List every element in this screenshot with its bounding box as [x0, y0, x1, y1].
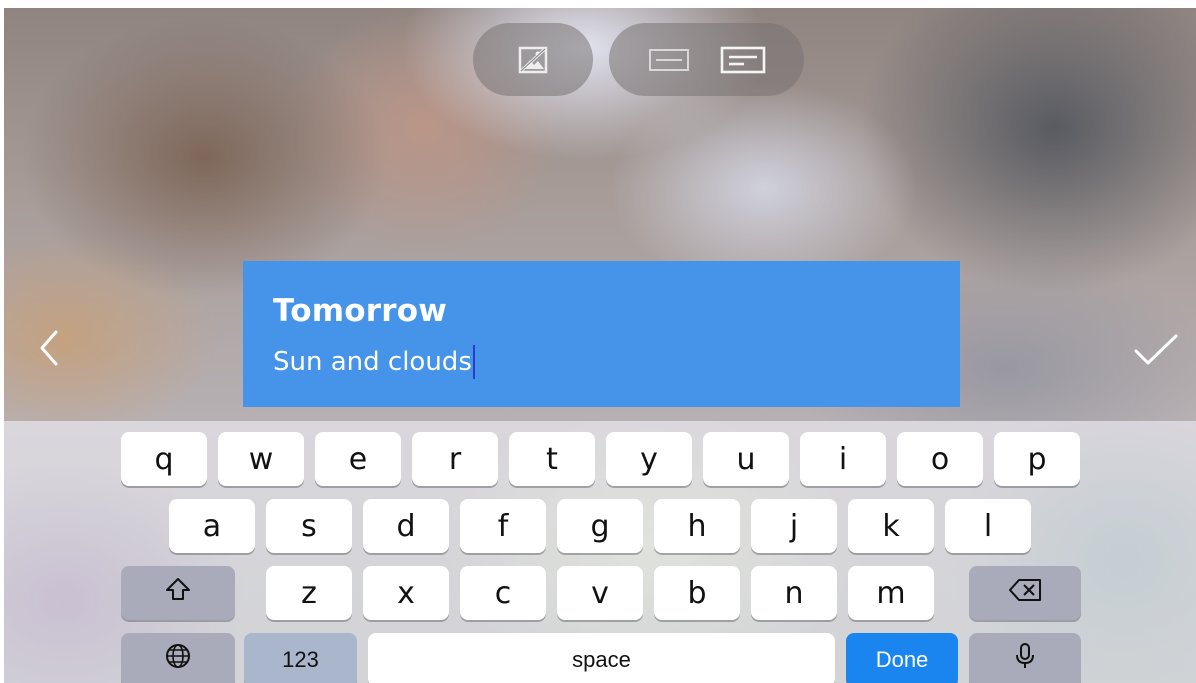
- title-only-layout-icon[interactable]: [648, 47, 690, 73]
- key-k[interactable]: k: [848, 499, 934, 553]
- key-p[interactable]: p: [994, 432, 1080, 486]
- layout-picker-pill: [609, 23, 804, 96]
- text-cursor: [472, 345, 475, 379]
- key-g[interactable]: g: [557, 499, 643, 553]
- no-photo-icon[interactable]: [517, 45, 549, 75]
- key-n[interactable]: n: [751, 566, 837, 620]
- key-c[interactable]: c: [460, 566, 546, 620]
- globe-key[interactable]: [121, 633, 235, 683]
- key-w[interactable]: w: [218, 432, 304, 486]
- key-z[interactable]: z: [266, 566, 352, 620]
- key-v[interactable]: v: [557, 566, 643, 620]
- key-u[interactable]: u: [703, 432, 789, 486]
- key-b[interactable]: b: [654, 566, 740, 620]
- checkmark-icon[interactable]: [1132, 332, 1180, 368]
- microphone-icon: [1013, 641, 1037, 679]
- key-m[interactable]: m: [848, 566, 934, 620]
- key-l[interactable]: l: [945, 499, 1031, 553]
- key-h[interactable]: h: [654, 499, 740, 553]
- card-subtitle: Sun and clouds: [273, 347, 472, 377]
- title-subtitle-layout-icon[interactable]: [720, 45, 766, 75]
- caption-card[interactable]: Tomorrow Sun and clouds: [243, 261, 960, 407]
- key-q[interactable]: q: [121, 432, 207, 486]
- numbers-key[interactable]: 123: [244, 633, 357, 683]
- key-s[interactable]: s: [266, 499, 352, 553]
- key-r[interactable]: r: [412, 432, 498, 486]
- space-key[interactable]: space: [368, 633, 835, 683]
- shift-icon: [164, 575, 192, 611]
- globe-icon: [164, 642, 192, 678]
- keyboard: q w e r t y u i o p a s d f g h j k l z …: [4, 421, 1196, 683]
- card-title[interactable]: Tomorrow: [273, 293, 447, 329]
- key-e[interactable]: e: [315, 432, 401, 486]
- done-key[interactable]: Done: [846, 633, 958, 683]
- key-f[interactable]: f: [460, 499, 546, 553]
- shift-key[interactable]: [121, 566, 235, 620]
- chevron-left-icon[interactable]: [34, 328, 66, 368]
- key-x[interactable]: x: [363, 566, 449, 620]
- key-a[interactable]: a: [169, 499, 255, 553]
- key-i[interactable]: i: [800, 432, 886, 486]
- key-t[interactable]: t: [509, 432, 595, 486]
- backspace-key[interactable]: [969, 566, 1081, 620]
- backspace-icon: [1007, 576, 1043, 611]
- screen: Tomorrow Sun and clouds q w e r t y u i …: [4, 8, 1196, 683]
- key-y[interactable]: y: [606, 432, 692, 486]
- microphone-key[interactable]: [969, 633, 1081, 683]
- key-j[interactable]: j: [751, 499, 837, 553]
- key-d[interactable]: d: [363, 499, 449, 553]
- card-subtitle-field[interactable]: Sun and clouds: [273, 345, 475, 379]
- key-o[interactable]: o: [897, 432, 983, 486]
- photo-toggle-pill[interactable]: [473, 23, 593, 96]
